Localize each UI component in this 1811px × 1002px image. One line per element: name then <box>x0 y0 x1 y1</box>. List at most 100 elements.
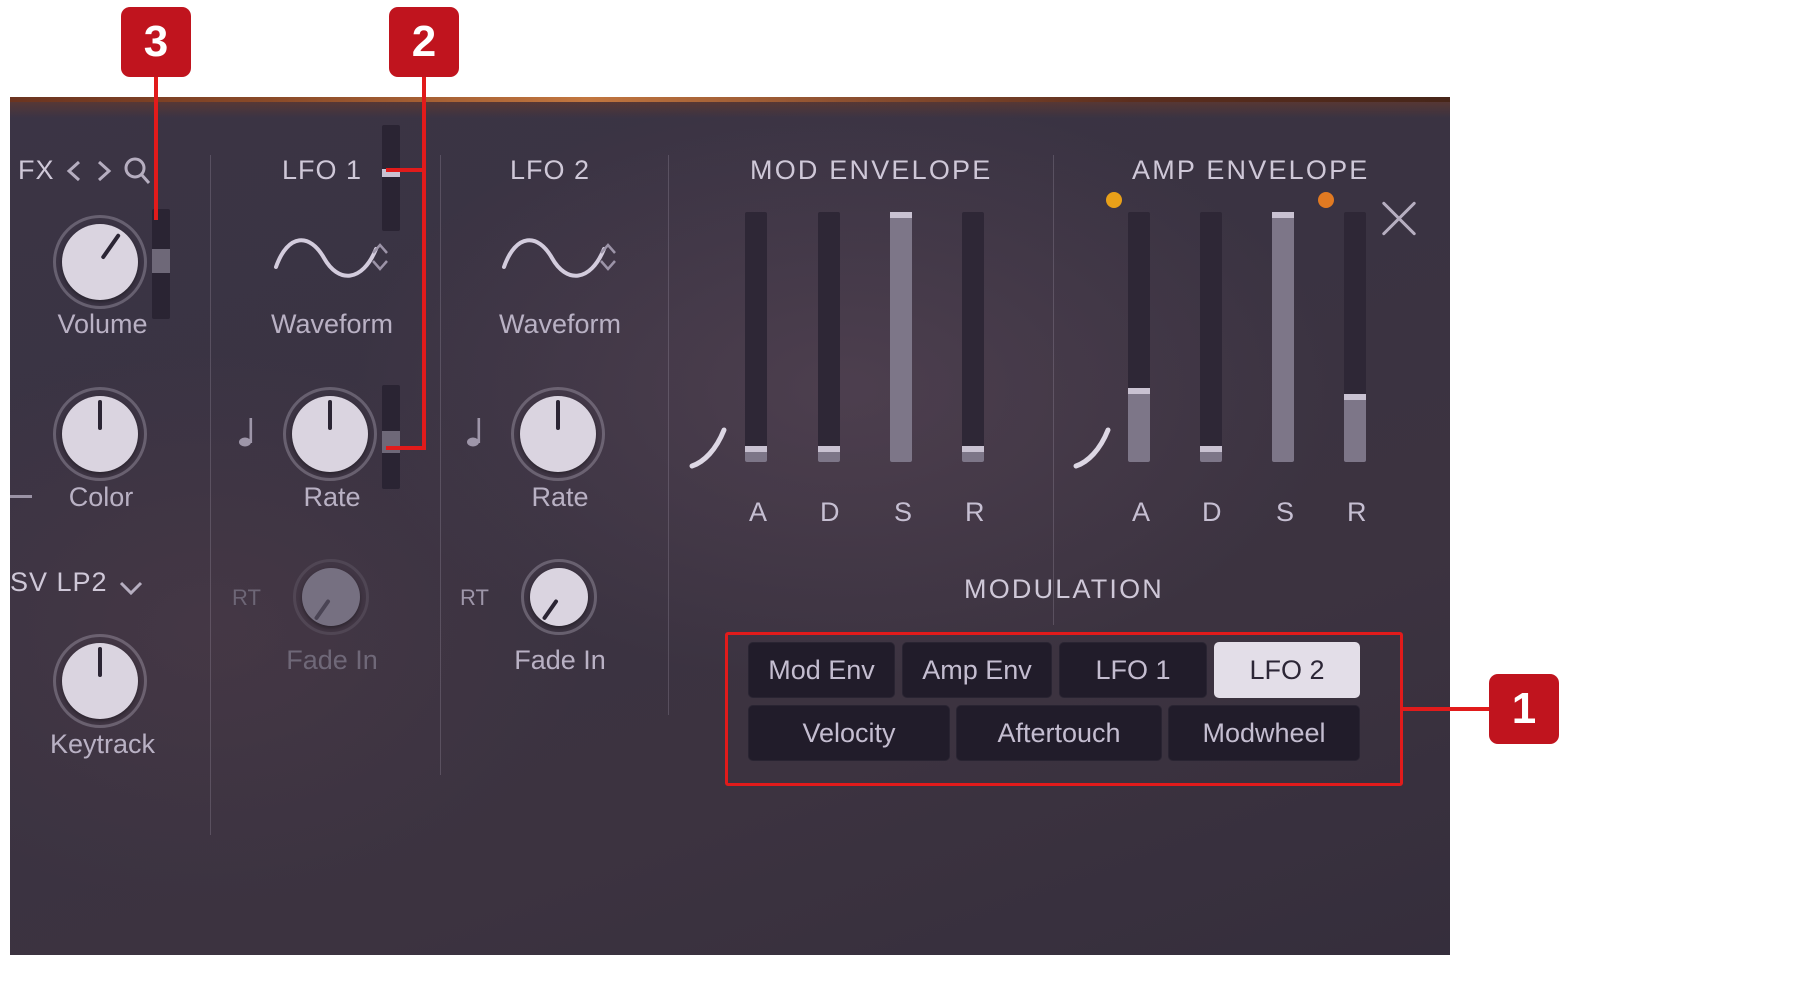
amp-envelope-fader-r[interactable] <box>1344 212 1366 462</box>
amp-envelope-fader-d-cap <box>1200 446 1222 452</box>
mod-envelope-fader-d-fill <box>818 452 840 462</box>
lfo2-rate-knob-pointer <box>556 400 560 431</box>
lfo2-fade-in-knob[interactable] <box>521 559 597 635</box>
lfo2-waveform-sine-wave-icon[interactable] <box>500 227 610 289</box>
amp-envelope-fader-d[interactable] <box>1200 212 1222 462</box>
mod-envelope-fader-s-cap <box>890 212 912 218</box>
keytrack-knob[interactable] <box>53 634 147 728</box>
color-knob-pointer <box>98 400 102 431</box>
chevron-right-icon[interactable] <box>90 155 116 187</box>
lfo2-fade-in-label: Fade In <box>514 645 606 675</box>
search-icon[interactable] <box>120 153 154 189</box>
mod-envelope-title: MOD ENVELOPE <box>750 155 993 185</box>
screenshot-root: FX Volume Color SV LP2 Keytrack LFO 1 Wa… <box>0 0 1811 1002</box>
lfo1-rate-mod-slider[interactable] <box>382 385 400 489</box>
amp-envelope-fader-d-fill <box>1200 452 1222 462</box>
lfo1-rate-note-icon[interactable] <box>238 415 260 455</box>
lfo1-fade-in-label: Fade In <box>286 645 378 675</box>
mod-envelope-fader-s-fill <box>890 212 912 462</box>
amp-envelope-curve-icon[interactable] <box>1072 424 1116 470</box>
divider-mod <box>668 155 669 715</box>
lfo1-depth-slider[interactable] <box>382 125 400 231</box>
callout-2-leader-stub-top <box>386 168 426 172</box>
mod-envelope-fader-r-cap <box>962 446 984 452</box>
mod-envelope-fader-s[interactable] <box>890 212 912 462</box>
mod-envelope-label-s: S <box>894 497 913 527</box>
mod-envelope-fader-d-cap <box>818 446 840 452</box>
lfo1-rate-knob-pointer <box>328 400 332 431</box>
divider-left <box>210 155 211 835</box>
mod-envelope-fader-d[interactable] <box>818 212 840 462</box>
mod-envelope-fader-r[interactable] <box>962 212 984 462</box>
lfo1-retrigger-label[interactable]: RT <box>232 585 261 611</box>
lfo1-fade-in-knob[interactable] <box>293 559 369 635</box>
callout-3-number: 3 <box>143 17 169 66</box>
modulation-title: MODULATION <box>964 574 1165 604</box>
amp-envelope-fader-s[interactable] <box>1272 212 1294 462</box>
lfo2-waveform-label: Waveform <box>498 309 621 339</box>
callout-1-highlight-box <box>725 632 1403 786</box>
lfo1-waveform-label: Waveform <box>270 309 393 339</box>
lfo2-retrigger-label[interactable]: RT <box>460 585 489 611</box>
divider-amp <box>1053 155 1054 625</box>
amp-envelope-fader-a[interactable] <box>1128 212 1150 462</box>
mod-envelope-label-a: A <box>749 497 768 527</box>
amp-envelope-fader-s-fill <box>1272 212 1294 462</box>
mod-envelope-fader-r-fill <box>962 452 984 462</box>
divider-lfo <box>440 155 441 775</box>
callout-1-leader-line <box>1403 707 1491 711</box>
callout-2-badge: 2 <box>389 7 459 77</box>
amp-envelope-label-a: A <box>1132 497 1151 527</box>
volume-mod-slider-thumb <box>152 249 170 273</box>
amp-envelope-fader-r-cap <box>1344 394 1366 400</box>
lfo1-title: LFO 1 <box>282 155 363 185</box>
callout-2-number: 2 <box>411 17 437 66</box>
amp-envelope-label-r: R <box>1347 497 1367 527</box>
lfo2-rate-label: Rate <box>531 482 589 512</box>
chevron-down-icon[interactable] <box>115 575 147 601</box>
color-knob[interactable] <box>53 387 147 481</box>
lfo1-waveform-sine-wave-icon[interactable] <box>272 227 382 289</box>
filter-type-selector[interactable]: SV LP2 <box>10 567 108 598</box>
amp-envelope-fader-r-fill <box>1344 400 1366 462</box>
mod-envelope-curve-icon[interactable] <box>688 424 732 470</box>
amp-envelope-indicator-dot-left <box>1106 192 1122 208</box>
chevron-left-icon[interactable] <box>62 155 88 187</box>
mod-envelope-fader-a-cap <box>745 446 767 452</box>
fx-label: FX <box>18 155 55 185</box>
amp-envelope-fader-a-cap <box>1128 388 1150 394</box>
mod-envelope-fader-a[interactable] <box>745 212 767 462</box>
amp-envelope-indicator-dot-right <box>1318 192 1334 208</box>
color-label: Color <box>68 482 134 512</box>
callout-3-badge: 3 <box>121 7 191 77</box>
callout-1-number: 1 <box>1511 684 1537 733</box>
lfo1-fade-in-knob-cap <box>302 568 360 626</box>
amp-envelope-title: AMP ENVELOPE <box>1132 155 1370 185</box>
mod-envelope-fader-a-fill <box>745 452 767 462</box>
callout-3-leader-vertical <box>154 60 158 220</box>
lfo2-rate-note-icon[interactable] <box>466 415 488 455</box>
keytrack-knob-pointer <box>98 647 102 678</box>
volume-mod-slider[interactable] <box>152 209 170 319</box>
keytrack-label: Keytrack <box>49 729 156 759</box>
amp-envelope-fader-s-cap <box>1272 212 1294 218</box>
lfo2-fade-in-knob-cap <box>530 568 588 626</box>
color-mod-dash <box>10 495 32 498</box>
lfo1-rate-knob[interactable] <box>283 387 377 481</box>
callout-2-leader-stub-bottom <box>386 446 426 450</box>
filter-type-value: SV LP2 <box>10 567 108 597</box>
volume-knob[interactable] <box>53 215 147 309</box>
amp-envelope-label-s: S <box>1276 497 1295 527</box>
callout-2-leader-vertical <box>422 60 426 450</box>
lfo2-title: LFO 2 <box>510 155 591 185</box>
close-icon[interactable] <box>1376 195 1422 241</box>
synth-plugin-window: FX Volume Color SV LP2 Keytrack LFO 1 Wa… <box>10 97 1450 955</box>
amp-envelope-label-d: D <box>1202 497 1222 527</box>
volume-knob-cap <box>62 224 138 300</box>
amp-envelope-fader-a-fill <box>1128 394 1150 462</box>
mod-envelope-label-d: D <box>820 497 840 527</box>
lfo2-waveform-stepper-updown-icon[interactable] <box>596 237 620 277</box>
lfo1-waveform-stepper-updown-icon[interactable] <box>368 237 392 277</box>
callout-1-badge: 1 <box>1489 674 1559 744</box>
lfo2-rate-knob[interactable] <box>511 387 605 481</box>
